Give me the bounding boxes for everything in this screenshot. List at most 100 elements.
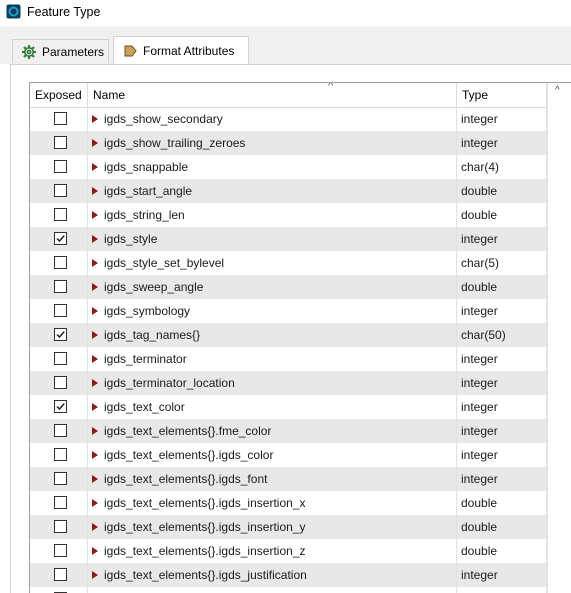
type-cell: double [457, 179, 547, 203]
exposed-checkbox[interactable] [54, 304, 67, 317]
column-header-type[interactable]: Type [457, 83, 547, 107]
table-row[interactable] [30, 587, 547, 593]
exposed-checkbox[interactable] [54, 160, 67, 173]
table-row[interactable]: igds_show_secondary integer [30, 107, 547, 131]
exposed-cell [30, 107, 88, 131]
exposed-checkbox[interactable] [54, 376, 67, 389]
name-cell: igds_text_elements{}.igds_insertion_y [88, 515, 457, 539]
attribute-name: igds_terminator_location [104, 376, 235, 390]
expand-arrow-icon[interactable] [92, 403, 98, 411]
expand-arrow-icon[interactable] [92, 307, 98, 315]
attribute-name: igds_start_angle [104, 184, 193, 198]
table-row[interactable]: igds_start_angle double [30, 179, 547, 203]
attribute-name: igds_style_set_bylevel [104, 256, 225, 270]
table-row[interactable]: igds_show_trailing_zeroes integer [30, 131, 547, 155]
expand-arrow-icon[interactable] [92, 451, 98, 459]
table-row[interactable]: igds_snappable char(4) [30, 155, 547, 179]
exposed-checkbox-checked[interactable] [54, 232, 67, 245]
type-cell: integer [457, 419, 547, 443]
expand-arrow-icon[interactable] [92, 355, 98, 363]
table-row[interactable]: igds_text_elements{}.igds_insertion_y do… [30, 515, 547, 539]
exposed-cell [30, 371, 88, 395]
column-header-exposed[interactable]: Exposed [30, 83, 88, 107]
expand-arrow-icon[interactable] [92, 523, 98, 531]
expand-arrow-icon[interactable] [92, 259, 98, 267]
table-row[interactable]: igds_style integer [30, 227, 547, 251]
exposed-checkbox[interactable] [54, 472, 67, 485]
name-cell: igds_sweep_angle [88, 275, 457, 299]
table-header: Exposed Name ^ Type [30, 83, 547, 108]
expand-arrow-icon[interactable] [92, 475, 98, 483]
exposed-checkbox[interactable] [54, 352, 67, 365]
exposed-cell [30, 539, 88, 563]
checkmark-icon [56, 235, 65, 243]
expand-arrow-icon[interactable] [92, 211, 98, 219]
exposed-checkbox[interactable] [54, 280, 67, 293]
exposed-checkbox[interactable] [54, 448, 67, 461]
exposed-cell [30, 251, 88, 275]
table-row[interactable]: igds_style_set_bylevel char(5) [30, 251, 547, 275]
exposed-checkbox[interactable] [54, 520, 67, 533]
table-row[interactable]: igds_tag_names{} char(50) [30, 323, 547, 347]
exposed-cell [30, 515, 88, 539]
expand-arrow-icon[interactable] [92, 115, 98, 123]
table-row[interactable]: igds_text_elements{}.igds_justification … [30, 563, 547, 587]
table-row[interactable]: igds_terminator_location integer [30, 371, 547, 395]
table-row[interactable]: igds_text_elements{}.igds_insertion_x do… [30, 491, 547, 515]
table-row[interactable]: igds_string_len double [30, 203, 547, 227]
table-row[interactable]: igds_symbology integer [30, 299, 547, 323]
type-cell: char(4) [457, 155, 547, 179]
expand-arrow-icon[interactable] [92, 283, 98, 291]
table-row[interactable]: igds_sweep_angle double [30, 275, 547, 299]
exposed-checkbox[interactable] [54, 184, 67, 197]
table-row[interactable]: igds_text_elements{}.fme_color integer [30, 419, 547, 443]
name-cell: igds_terminator_location [88, 371, 457, 395]
exposed-checkbox[interactable] [54, 424, 67, 437]
expand-arrow-icon[interactable] [92, 499, 98, 507]
attribute-type: double [461, 280, 498, 294]
attribute-name: igds_text_elements{}.igds_insertion_z [104, 544, 306, 558]
expand-arrow-icon[interactable] [92, 379, 98, 387]
expand-arrow-icon[interactable] [92, 163, 98, 171]
exposed-cell [30, 131, 88, 155]
exposed-checkbox[interactable] [54, 136, 67, 149]
exposed-checkbox[interactable] [54, 496, 67, 509]
name-cell: igds_snappable [88, 155, 457, 179]
tab-parameters[interactable]: Parameters [12, 39, 109, 63]
exposed-checkbox[interactable] [54, 208, 67, 221]
expand-arrow-icon[interactable] [92, 547, 98, 555]
table-row[interactable]: igds_text_elements{}.igds_color integer [30, 443, 547, 467]
type-cell: char(5) [457, 251, 547, 275]
tab-format-attributes[interactable]: Format Attributes [113, 36, 249, 64]
attribute-type: char(4) [461, 160, 500, 174]
expand-arrow-icon[interactable] [92, 139, 98, 147]
table-row[interactable]: igds_text_elements{}.igds_insertion_z do… [30, 539, 547, 563]
expand-arrow-icon[interactable] [92, 331, 98, 339]
table-row[interactable]: igds_terminator integer [30, 347, 547, 371]
type-cell: integer [457, 131, 547, 155]
name-cell: igds_tag_names{} [88, 323, 457, 347]
type-cell: integer [457, 395, 547, 419]
vertical-scrollbar[interactable]: ^ [547, 83, 571, 593]
exposed-checkbox-checked[interactable] [54, 328, 67, 341]
scroll-up-icon[interactable]: ^ [555, 85, 560, 97]
attribute-name: igds_terminator [104, 352, 187, 366]
tab-strip: Parameters Format Attributes [0, 26, 571, 64]
table-row[interactable]: igds_text_elements{}.igds_font integer [30, 467, 547, 491]
exposed-cell [30, 587, 88, 593]
exposed-checkbox[interactable] [54, 256, 67, 269]
column-header-name[interactable]: Name ^ [88, 83, 457, 107]
expand-arrow-icon[interactable] [92, 235, 98, 243]
attribute-type: double [461, 496, 498, 510]
expand-arrow-icon[interactable] [92, 571, 98, 579]
gear-icon [22, 44, 36, 59]
table-row[interactable]: igds_text_color integer [30, 395, 547, 419]
exposed-checkbox-checked[interactable] [54, 400, 67, 413]
expand-arrow-icon[interactable] [92, 187, 98, 195]
exposed-checkbox[interactable] [54, 544, 67, 557]
attribute-name: igds_string_len [104, 208, 185, 222]
exposed-checkbox[interactable] [54, 112, 67, 125]
attribute-name: igds_text_color [104, 400, 185, 414]
exposed-checkbox[interactable] [54, 568, 67, 581]
expand-arrow-icon[interactable] [92, 427, 98, 435]
